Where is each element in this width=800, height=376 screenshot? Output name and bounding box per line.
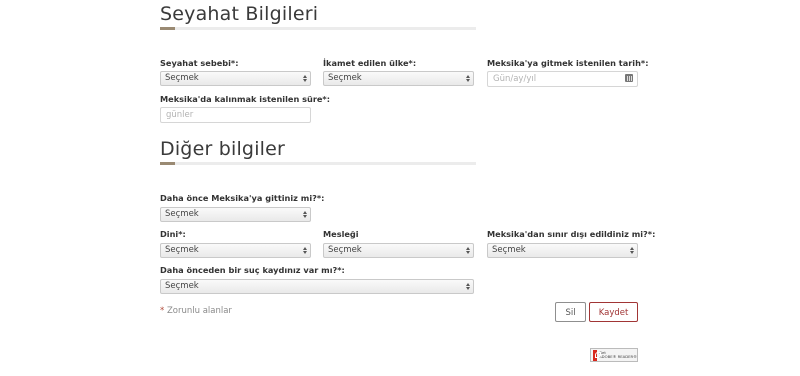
country-label: İkamet edilen ülke*: <box>323 58 417 68</box>
country-select-value: Seçmek <box>328 73 362 83</box>
profession-label: Mesleği <box>323 229 359 239</box>
select-arrows-icon <box>302 73 307 84</box>
deported-select-value: Seçmek <box>492 245 526 255</box>
religion-select-value: Seçmek <box>165 245 199 255</box>
section-title-other: Diğer bilgiler <box>160 138 286 160</box>
criminal-label: Daha önceden bir suç kaydınız var mı?*: <box>160 265 345 275</box>
profession-select[interactable]: Seçmek <box>323 243 474 258</box>
delete-button[interactable]: Sil <box>555 302 586 322</box>
select-arrows-icon <box>465 73 470 84</box>
reason-label: Seyahat sebebi*: <box>160 58 239 68</box>
visited-select[interactable]: Seçmek <box>160 207 311 222</box>
section-divider <box>160 27 476 30</box>
calendar-icon[interactable] <box>625 74 633 82</box>
date-label: Meksika'ya gitmek istenilen tarih*: <box>487 58 649 68</box>
select-arrows-icon <box>302 245 307 256</box>
reason-select-value: Seçmek <box>165 73 199 83</box>
select-arrows-icon <box>465 245 470 256</box>
deported-label: Meksika'dan sınır dışı edildiniz mi?*: <box>487 229 656 239</box>
required-text: Zorunlu alanlar <box>164 306 232 316</box>
adobe-pdf-icon <box>593 349 602 361</box>
section-divider <box>160 162 476 165</box>
reason-select[interactable]: Seçmek <box>160 71 311 86</box>
religion-label: Dini*: <box>160 229 186 239</box>
duration-input[interactable] <box>160 107 311 123</box>
badge-text: Get ADOBE® READER® <box>599 351 637 359</box>
badge-line2: ADOBE® READER® <box>599 354 637 359</box>
criminal-select-value: Seçmek <box>165 281 199 291</box>
select-arrows-icon <box>629 245 634 256</box>
date-input[interactable] <box>487 71 638 87</box>
visited-select-value: Seçmek <box>165 209 199 219</box>
country-select[interactable]: Seçmek <box>323 71 474 86</box>
adobe-reader-badge[interactable]: Get ADOBE® READER® <box>590 348 638 362</box>
required-fields-note: * Zorunlu alanlar <box>160 306 232 316</box>
select-arrows-icon <box>465 281 470 292</box>
visited-label: Daha önce Meksika'ya gittiniz mi?*: <box>160 193 325 203</box>
save-button[interactable]: Kaydet <box>589 302 638 322</box>
criminal-select[interactable]: Seçmek <box>160 279 474 294</box>
section-title-travel: Seyahat Bilgileri <box>160 3 319 25</box>
duration-label: Meksika'da kalınmak istenilen süre*: <box>160 94 330 104</box>
religion-select[interactable]: Seçmek <box>160 243 311 258</box>
deported-select[interactable]: Seçmek <box>487 243 638 258</box>
select-arrows-icon <box>302 209 307 220</box>
profession-select-value: Seçmek <box>328 245 362 255</box>
